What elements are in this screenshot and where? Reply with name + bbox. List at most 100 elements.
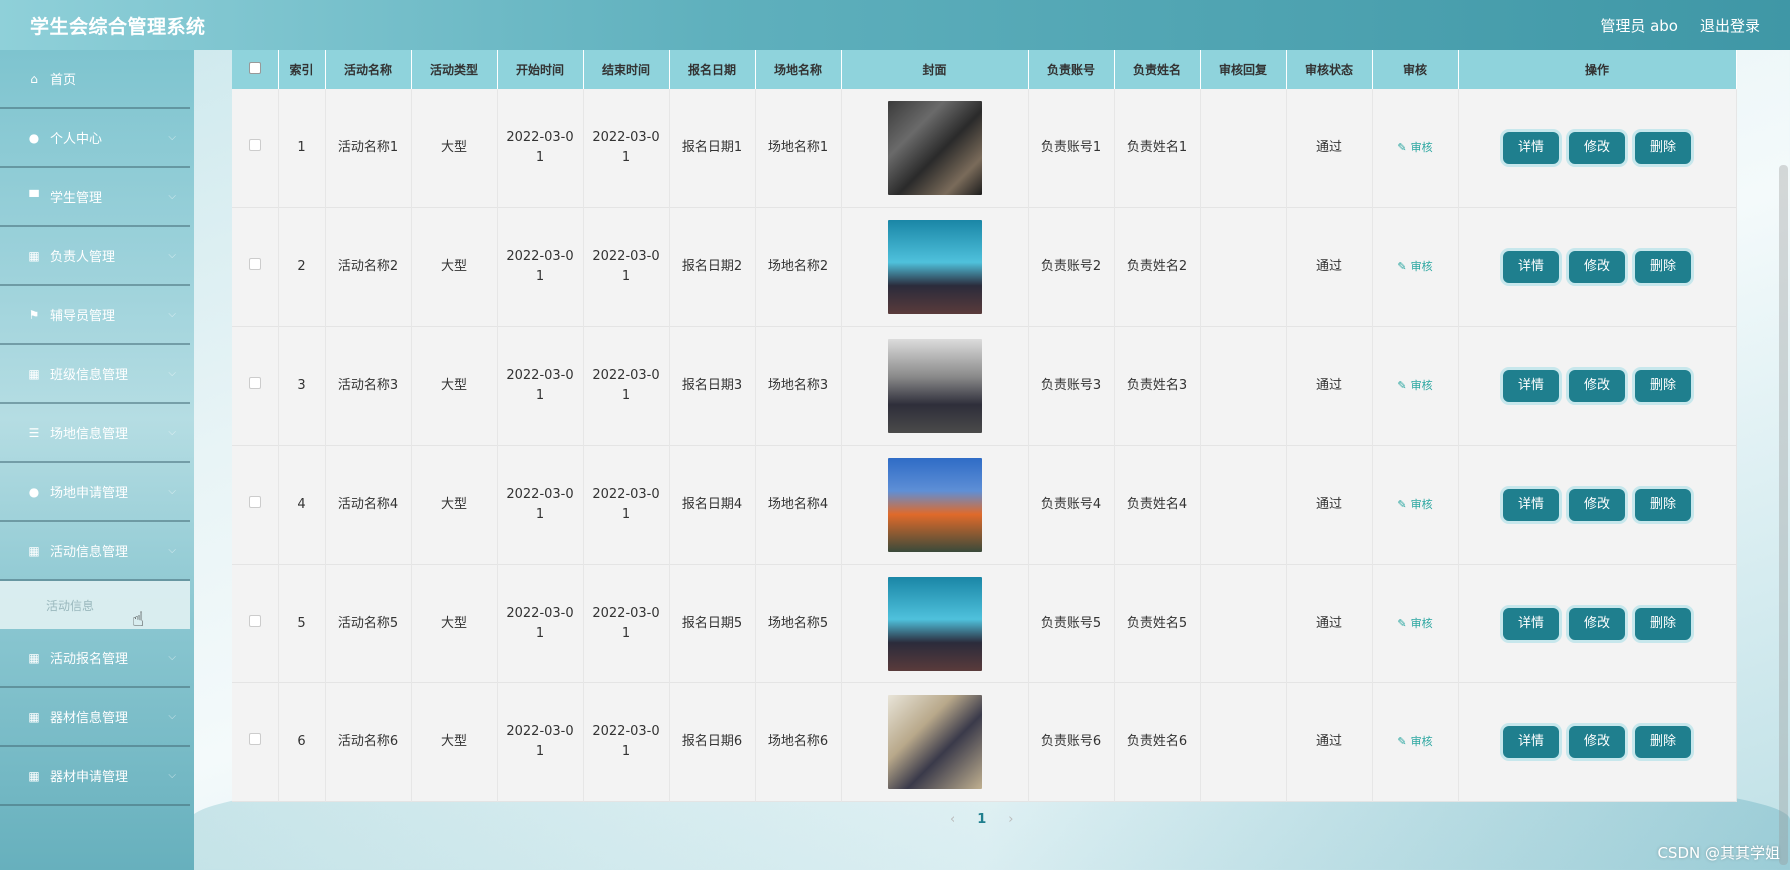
cell-type: 大型: [411, 682, 498, 802]
delete-button[interactable]: 删除: [1635, 251, 1691, 284]
cell-reply: [1200, 326, 1287, 446]
detail-button[interactable]: 详情: [1503, 369, 1559, 402]
page-scrollbar[interactable]: [1779, 165, 1788, 865]
row-checkbox[interactable]: [232, 445, 279, 565]
logout-link[interactable]: 退出登录: [1700, 15, 1760, 36]
detail-button[interactable]: 详情: [1503, 726, 1559, 759]
edit-pen-icon: ✎: [1397, 735, 1407, 749]
delete-button[interactable]: 删除: [1635, 369, 1691, 402]
cell-end: 2022-03-01: [583, 682, 670, 802]
activity-table-panel: 索引 活动名称 活动类型 开始时间 结束时间 报名日期 场地名称 封面 负责账号 负责姓名 审核回复…: [232, 50, 1737, 802]
cell-audit: ✎ 审核: [1372, 89, 1459, 208]
cell-name: 活动名称3: [325, 326, 412, 446]
table-row: 6 活动名称6 大型 2022-03-01 2022-03-01 报名日期6 场地名称6 负责…: [232, 682, 1737, 802]
sidebar-item[interactable]: ● 场地申请管理 ⌵: [0, 463, 190, 522]
detail-button[interactable]: 详情: [1503, 488, 1559, 521]
sidebar-item[interactable]: ▦ 活动信息管理 ⌵: [0, 522, 190, 581]
select-all-checkbox[interactable]: [232, 50, 279, 89]
edit-pen-icon: ✎: [1397, 260, 1407, 274]
sidebar-item[interactable]: ▀ 学生管理 ⌵: [0, 168, 190, 227]
page-number-current[interactable]: 1: [977, 812, 986, 827]
next-page-button[interactable]: ›: [1008, 812, 1013, 827]
cell-venue: 场地名称2: [755, 207, 842, 327]
row-checkbox[interactable]: [232, 89, 279, 208]
cell-audit: ✎ 审核: [1372, 326, 1459, 446]
cell-reply: [1200, 682, 1287, 802]
delete-button[interactable]: 删除: [1635, 726, 1691, 759]
current-user-label: 管理员 abo: [1600, 16, 1678, 35]
cell-actions: 详情 修改 删除: [1458, 89, 1737, 208]
edit-button[interactable]: 修改: [1569, 726, 1625, 759]
activity-table: 索引 活动名称 活动类型 开始时间 结束时间 报名日期 场地名称 封面 负责账号 负责姓名 审核回复…: [232, 50, 1737, 802]
sidebar-item[interactable]: ☰ 场地信息管理 ⌵: [0, 404, 190, 463]
prev-page-button[interactable]: ‹: [950, 812, 955, 827]
table-row: 3 活动名称3 大型 2022-03-01 2022-03-01 报名日期3 场地名称3 负责…: [232, 326, 1737, 446]
cell-person: 负责姓名6: [1114, 682, 1201, 802]
audit-link[interactable]: ✎ 审核: [1397, 260, 1432, 273]
edit-button[interactable]: 修改: [1569, 132, 1625, 165]
cover-image[interactable]: [887, 457, 982, 552]
cell-actions: 详情 修改 删除: [1458, 682, 1737, 802]
sidebar-item[interactable]: ▦ 器材申请管理 ⌵: [0, 747, 190, 806]
cell-end: 2022-03-01: [583, 564, 670, 683]
watermark: CSDN @其其学姐: [1657, 844, 1780, 862]
cell-start: 2022-03-01: [497, 564, 584, 683]
cover-image[interactable]: [887, 576, 982, 671]
cell-status: 通过: [1286, 682, 1373, 802]
sidebar-subitem-activity-info[interactable]: 活动信息: [0, 581, 190, 629]
audit-link-label: 审核: [1410, 141, 1433, 155]
grid-icon: ▦: [28, 709, 40, 724]
edit-pen-icon: ✎: [1397, 378, 1407, 392]
sidebar-item[interactable]: ⌂ 首页: [0, 50, 190, 109]
audit-link[interactable]: ✎ 审核: [1397, 735, 1432, 748]
row-checkbox[interactable]: [232, 326, 279, 446]
cell-venue: 场地名称5: [755, 564, 842, 683]
sidebar-item[interactable]: ▦ 活动报名管理 ⌵: [0, 629, 190, 688]
grid-icon: ▦: [28, 543, 40, 558]
detail-button[interactable]: 详情: [1503, 607, 1559, 640]
row-checkbox[interactable]: [232, 207, 279, 327]
sidebar-item[interactable]: ▦ 器材信息管理 ⌵: [0, 688, 190, 747]
cell-type: 大型: [411, 445, 498, 565]
audit-link[interactable]: ✎ 审核: [1397, 617, 1432, 630]
sidebar-item[interactable]: ● 个人中心 ⌵: [0, 109, 190, 168]
detail-button[interactable]: 详情: [1503, 251, 1559, 284]
cell-start: 2022-03-01: [497, 682, 584, 802]
edit-button[interactable]: 修改: [1569, 251, 1625, 284]
grid-icon: ▦: [28, 768, 40, 783]
edit-button[interactable]: 修改: [1569, 607, 1625, 640]
sidebar-item[interactable]: ▦ 班级信息管理 ⌵: [0, 345, 190, 404]
top-header: 学生会综合管理系统 管理员 abo 退出登录: [0, 0, 1790, 50]
sidebar-item-label: 活动信息管理: [50, 545, 129, 560]
detail-button[interactable]: 详情: [1503, 132, 1559, 165]
audit-link[interactable]: ✎ 审核: [1397, 379, 1432, 392]
cell-audit: ✎ 审核: [1372, 207, 1459, 327]
sidebar-item[interactable]: ▦ 负责人管理 ⌵: [0, 227, 190, 286]
column-header: 开始时间: [497, 50, 584, 89]
row-checkbox[interactable]: [232, 564, 279, 683]
delete-button[interactable]: 删除: [1635, 132, 1691, 165]
table-row: 4 活动名称4 大型 2022-03-01 2022-03-01 报名日期4 场地名称4 负责…: [232, 445, 1737, 565]
audit-link[interactable]: ✎ 审核: [1397, 498, 1432, 511]
cover-image[interactable]: [887, 338, 982, 433]
audit-link[interactable]: ✎ 审核: [1397, 141, 1432, 154]
sidebar-item-label: 首页: [50, 73, 77, 88]
delete-button[interactable]: 删除: [1635, 488, 1691, 521]
grid-icon: ▦: [28, 650, 40, 665]
delete-button[interactable]: 删除: [1635, 607, 1691, 640]
cell-name: 活动名称4: [325, 445, 412, 565]
cover-image[interactable]: [887, 220, 982, 315]
edit-button[interactable]: 修改: [1569, 369, 1625, 402]
cover-image[interactable]: [887, 695, 982, 790]
edit-button[interactable]: 修改: [1569, 488, 1625, 521]
audit-link-label: 审核: [1410, 260, 1433, 274]
cell-start: 2022-03-01: [497, 89, 584, 208]
cell-person: 负责姓名4: [1114, 445, 1201, 565]
cover-image[interactable]: [887, 101, 982, 196]
chevron-down-icon: ⌵: [168, 191, 176, 202]
column-header: 结束时间: [583, 50, 670, 89]
edit-pen-icon: ✎: [1397, 616, 1407, 630]
sidebar-item[interactable]: ⚑ 辅导员管理 ⌵: [0, 286, 190, 345]
row-checkbox[interactable]: [232, 682, 279, 802]
flag-icon: ⚑: [28, 307, 40, 322]
